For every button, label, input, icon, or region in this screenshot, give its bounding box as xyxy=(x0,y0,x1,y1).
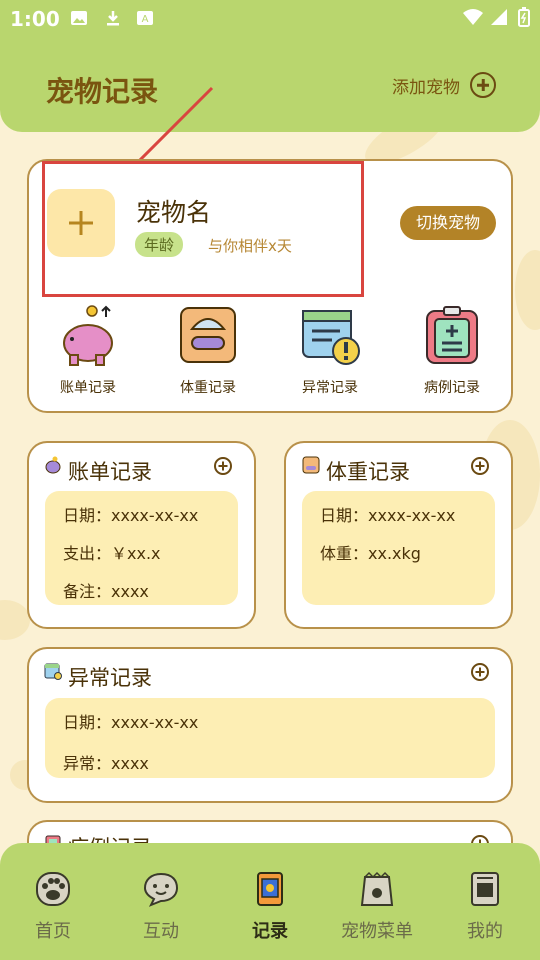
nav-label: 我的 xyxy=(467,921,503,942)
quick-action-label: 异常记录 xyxy=(302,380,358,396)
pet-name: 宠物名 xyxy=(136,198,212,227)
scale-icon xyxy=(302,456,320,474)
nav-mine[interactable]: 我的 xyxy=(440,871,530,943)
medical-clipboard-icon xyxy=(422,305,482,365)
quick-action-label: 账单记录 xyxy=(60,380,116,396)
calendar-alert-icon xyxy=(44,663,62,680)
bill-expense: 支出：￥xx.x xyxy=(63,544,161,563)
paw-icon xyxy=(35,871,71,907)
nav-home[interactable]: 首页 xyxy=(8,871,98,943)
background-bone-decoration xyxy=(0,600,30,640)
age-badge: 年龄 xyxy=(135,232,184,257)
bill-date: 日期：xxxx-xx-xx xyxy=(63,506,199,525)
chat-icon xyxy=(143,871,179,907)
add-abnormal-record-button[interactable] xyxy=(471,663,489,681)
abnormal-value: 异常：xxxx xyxy=(63,754,149,773)
quick-action-label: 病例记录 xyxy=(424,380,480,396)
nav-label: 互动 xyxy=(143,921,179,942)
weight-record-title: 体重记录 xyxy=(326,460,410,484)
scale-icon xyxy=(178,305,238,365)
nav-interact[interactable]: 互动 xyxy=(116,871,206,943)
nav-label: 记录 xyxy=(252,921,288,942)
food-bag-icon xyxy=(359,871,395,907)
weight-date: 日期：xxxx-xx-xx xyxy=(320,506,456,525)
nav-label: 首页 xyxy=(35,921,71,942)
switch-pet-button[interactable]: 切换宠物 xyxy=(400,206,496,240)
nav-records[interactable]: 记录 xyxy=(225,871,315,943)
nav-pet-menu[interactable]: 宠物菜单 xyxy=(332,871,422,943)
add-weight-record-button[interactable] xyxy=(471,457,489,475)
profile-icon xyxy=(467,871,503,907)
calendar-alert-icon xyxy=(300,305,360,365)
bill-record-title: 账单记录 xyxy=(68,460,152,484)
abnormal-date: 日期：xxxx-xx-xx xyxy=(63,713,199,732)
abnormal-record-title: 异常记录 xyxy=(68,666,152,690)
quick-action-case[interactable]: 病例记录 xyxy=(402,305,502,397)
nav-label: 宠物菜单 xyxy=(341,921,413,942)
add-bill-record-button[interactable] xyxy=(214,457,232,475)
record-book-icon xyxy=(252,871,288,907)
piggy-bank-icon xyxy=(58,305,118,366)
piggy-bank-icon xyxy=(45,456,61,474)
bottom-navigation: 首页 互动 记录 宠物菜单 我的 xyxy=(0,843,540,960)
quick-action-label: 体重记录 xyxy=(180,380,236,396)
bill-note: 备注：xxxx xyxy=(63,582,149,601)
quick-action-weight[interactable]: 体重记录 xyxy=(158,305,258,397)
add-pet-avatar-button[interactable] xyxy=(47,189,115,257)
weight-value: 体重：xx.xkg xyxy=(320,544,421,563)
quick-action-abnormal[interactable]: 异常记录 xyxy=(280,305,380,397)
quick-action-bill[interactable]: 账单记录 xyxy=(38,305,138,397)
companion-days: 与你相伴x天 xyxy=(208,237,292,255)
